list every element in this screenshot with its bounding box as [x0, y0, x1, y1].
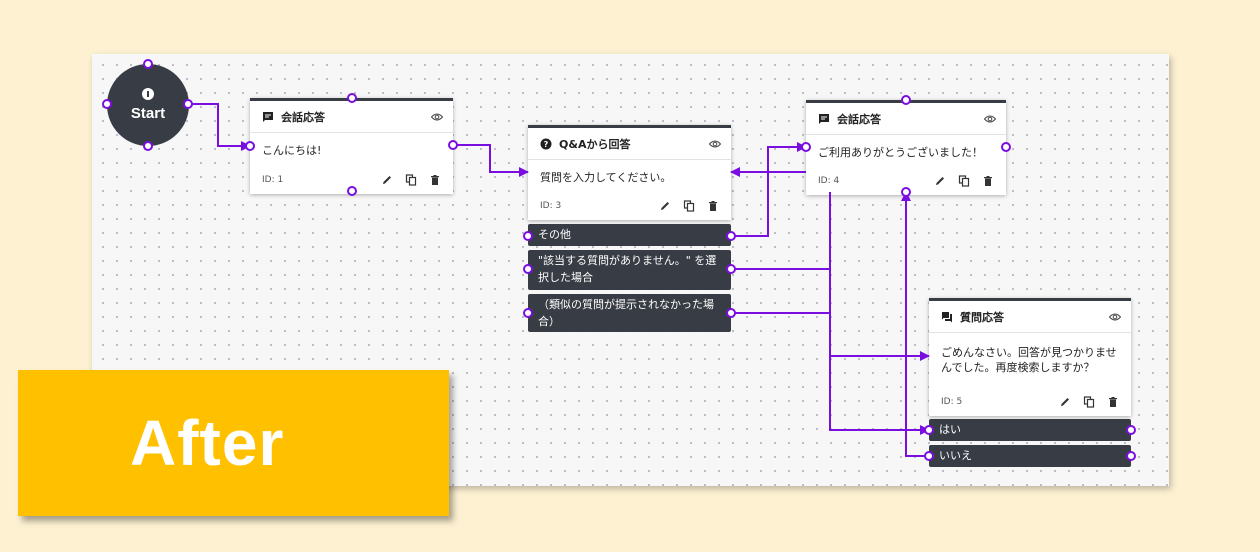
- node-title: Q&Aから回答: [559, 137, 631, 151]
- node-message: こんにちは!: [262, 144, 322, 157]
- node-id: ID: 1: [262, 175, 284, 185]
- node-message: ご利用ありがとうございました！: [818, 146, 983, 159]
- edit-icon[interactable]: [934, 175, 946, 187]
- node-qa[interactable]: ? Q&Aから回答 質問を入力してください。 ID: 3: [528, 125, 731, 220]
- option-no-matching-question[interactable]: "該当する質問がありません。" を選択した場合: [528, 250, 731, 290]
- eye-icon[interactable]: [709, 138, 721, 150]
- chat-icon: [263, 111, 273, 122]
- node-header: 会話応答: [806, 103, 1006, 135]
- edit-icon[interactable]: [659, 200, 671, 212]
- eye-icon[interactable]: [431, 111, 443, 123]
- delete-icon[interactable]: [429, 174, 441, 186]
- delete-icon[interactable]: [707, 200, 719, 212]
- option-yes[interactable]: はい: [929, 419, 1131, 441]
- copy-icon[interactable]: [1083, 396, 1095, 408]
- node-header: ? Q&Aから回答: [528, 128, 731, 160]
- eye-icon[interactable]: [984, 113, 996, 125]
- start-node[interactable]: Start: [107, 64, 189, 146]
- node-title: 会話応答: [837, 112, 881, 126]
- node-id: ID: 4: [818, 176, 840, 186]
- node-message: ごめんなさい。回答が見つかりませんでした。再度検索しますか？: [941, 346, 1117, 375]
- node-thanks[interactable]: 会話応答 ご利用ありがとうございました！ ID: 4: [806, 100, 1006, 195]
- edit-icon[interactable]: [381, 174, 393, 186]
- node-title: 質問応答: [960, 310, 1004, 324]
- node-id: ID: 3: [540, 201, 562, 211]
- after-label: After: [130, 407, 285, 479]
- start-label: Start: [130, 105, 166, 122]
- node-header: 質問応答: [929, 301, 1131, 333]
- node-id: ID: 5: [941, 397, 963, 407]
- svg-text:?: ?: [544, 140, 549, 149]
- start-icon: [142, 88, 154, 100]
- edit-icon[interactable]: [1059, 396, 1071, 408]
- delete-icon[interactable]: [1107, 396, 1119, 408]
- after-badge: After: [18, 370, 449, 516]
- option-other[interactable]: その他: [528, 224, 731, 246]
- delete-icon[interactable]: [982, 175, 994, 187]
- option-no-similar-question[interactable]: （類似の質問が提示されなかった場合）: [528, 294, 731, 332]
- eye-icon[interactable]: [1109, 311, 1121, 323]
- node-title: 会話応答: [281, 110, 325, 124]
- copy-icon[interactable]: [683, 200, 695, 212]
- node-header: 会話応答: [250, 101, 453, 133]
- node-message: 質問を入力してください。: [540, 171, 672, 184]
- help-icon: ?: [540, 138, 552, 149]
- node-question[interactable]: 質問応答 ごめんなさい。回答が見つかりませんでした。再度検索しますか？ ID: …: [929, 298, 1131, 416]
- chat-icon: [819, 113, 829, 124]
- copy-icon[interactable]: [405, 174, 417, 186]
- node-greet[interactable]: 会話応答 こんにちは! ID: 1: [250, 98, 453, 194]
- option-no[interactable]: いいえ: [929, 445, 1131, 467]
- chat-reply-icon: [942, 311, 952, 322]
- copy-icon[interactable]: [958, 175, 970, 187]
